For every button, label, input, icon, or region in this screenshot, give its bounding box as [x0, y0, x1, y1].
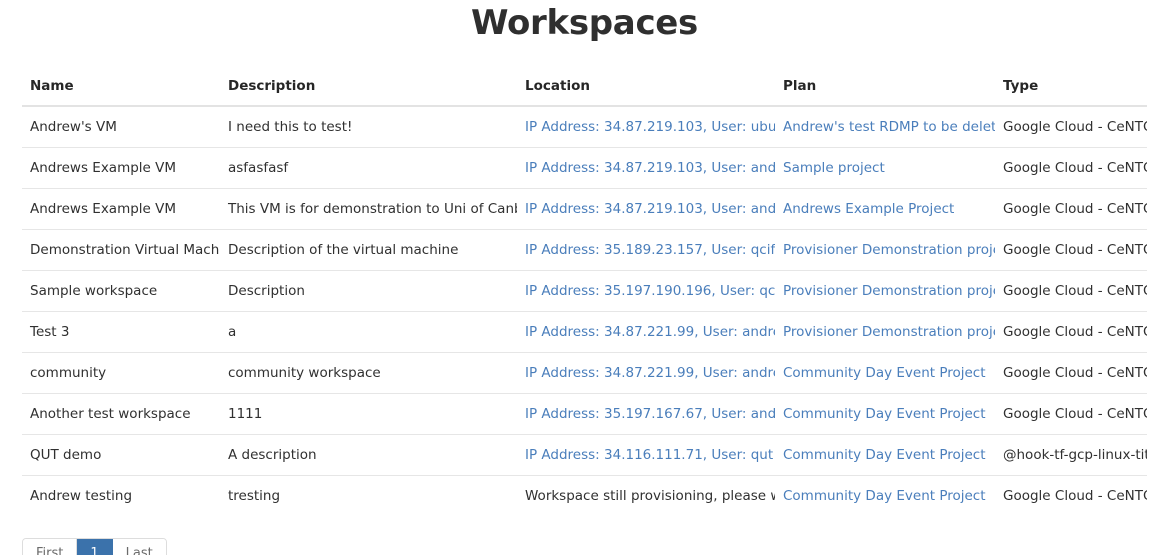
location-link[interactable]: IP Address: 35.197.190.196, User: qcif2: [525, 283, 775, 299]
plan-link[interactable]: Sample project: [783, 160, 885, 176]
column-header-name: Name: [22, 78, 220, 107]
pagination-first-button[interactable]: First: [23, 539, 78, 555]
cell-type: @hook-tf-gcp-linux-title: [995, 434, 1147, 476]
cell-plan: Community Day Event Project: [775, 393, 995, 435]
table-row: Andrew's VM I need this to test! IP Addres…: [22, 106, 1147, 148]
location-link[interactable]: IP Address: 34.87.221.99, User: andrew: [525, 365, 775, 381]
table-header: Name Description Location Plan Type: [22, 78, 1147, 107]
cell-description: asfasfasf: [220, 147, 517, 189]
table-row: Andrew testing tresting Workspace still pr…: [22, 475, 1147, 516]
cell-name: Andrew testing: [22, 475, 220, 516]
cell-location: IP Address: 34.87.221.99, User: andrew: [517, 311, 775, 353]
table-row: Test 3 a IP Address: 34.87.221.99, User: a…: [22, 311, 1147, 353]
column-header-type: Type: [995, 78, 1147, 107]
cell-type: Google Cloud - CeNTOS 7: [1003, 119, 1147, 135]
cell-description: Description: [220, 270, 517, 312]
cell-plan: Community Day Event Project: [775, 434, 995, 476]
pagination-page-1-button[interactable]: 1: [77, 539, 113, 555]
cell-plan: Andrews Example Project: [775, 188, 995, 230]
cell-name: Andrews Example VM: [22, 188, 220, 230]
cell-location: IP Address: 35.197.190.196, User: qcif2: [517, 270, 775, 312]
workspaces-page: Workspaces Name Description Location Pla…: [0, 0, 1169, 555]
cell-location: IP Address: 34.87.219.103, User: andrew: [517, 147, 775, 189]
cell-description: tresting: [220, 475, 517, 516]
table-row: QUT demo A description IP Address: 34.116.…: [22, 434, 1147, 476]
cell-description: I need this to test!: [228, 119, 353, 135]
location-link[interactable]: IP Address: 34.116.111.71, User: qut: [525, 447, 773, 463]
cell-location: IP Address: 34.87.221.99, User: andrew: [517, 352, 775, 394]
cell-name: Sample workspace: [22, 270, 220, 312]
cell-name: Test 3: [22, 311, 220, 353]
cell-type: Google Cloud - CeNTOS 7: [995, 393, 1147, 435]
cell-description: This VM is for demonstration to Uni of C…: [220, 188, 517, 230]
table-body: Andrew's VM I need this to test! IP Addres…: [22, 106, 1147, 516]
table-row: Demonstration Virtual Machine Description…: [22, 229, 1147, 271]
cell-type: Google Cloud - CeNTOS 7: [995, 311, 1147, 353]
location-link[interactable]: IP Address: 35.197.167.67, User: andrew: [525, 406, 775, 422]
cell-description: a: [220, 311, 517, 353]
cell-name: QUT demo: [22, 434, 220, 476]
pagination-container: First 1 Last: [22, 538, 1169, 555]
table-row: Another test workspace 1111 IP Address: 35…: [22, 393, 1147, 435]
cell-location: IP Address: 34.87.219.103, User: ubuntu: [517, 106, 775, 148]
plan-link[interactable]: Community Day Event Project: [783, 406, 986, 422]
cell-plan: Provisioner Demonstration project: [775, 311, 995, 353]
location-link[interactable]: IP Address: 34.87.221.99, User: andrew: [525, 324, 775, 340]
cell-description: Description of the virtual machine: [220, 229, 517, 271]
plan-link[interactable]: Andrew's test RDMP to be deleted: [783, 119, 995, 135]
cell-plan: Community Day Event Project: [775, 475, 995, 516]
plan-link[interactable]: Provisioner Demonstration project: [783, 283, 995, 299]
table-row: community community workspace IP Address: …: [22, 352, 1147, 394]
cell-type: Google Cloud - CeNTOS 7: [995, 352, 1147, 394]
cell-name: Andrews Example VM: [22, 147, 220, 189]
cell-description: A description: [220, 434, 517, 476]
cell-location: IP Address: 34.116.111.71, User: qut: [517, 434, 775, 476]
location-link[interactable]: IP Address: 34.87.219.103, User: andrew: [525, 160, 775, 176]
cell-type: Google Cloud - CeNTOS 7: [995, 147, 1147, 189]
workspaces-table: Name Description Location Plan Type Andr…: [22, 78, 1147, 516]
cell-name: Another test workspace: [22, 393, 220, 435]
location-status-text: Workspace still provisioning, please wai…: [525, 488, 775, 504]
pagination[interactable]: First 1 Last: [22, 538, 167, 555]
plan-link[interactable]: Community Day Event Project: [783, 488, 986, 504]
table-row: Sample workspace Description IP Address: 3…: [22, 270, 1147, 312]
cell-type: Google Cloud - CeNTOS 7: [995, 188, 1147, 230]
page-title: Workspaces: [471, 3, 698, 43]
plan-link[interactable]: Community Day Event Project: [783, 447, 986, 463]
table-row: Andrews Example VM asfasfasf IP Address: 3…: [22, 147, 1147, 189]
cell-location: IP Address: 34.87.219.103, User: andrew: [517, 188, 775, 230]
column-header-location: Location: [517, 78, 775, 107]
cell-plan: Provisioner Demonstration project: [775, 270, 995, 312]
cell-location: Workspace still provisioning, please wai…: [517, 475, 775, 516]
cell-location: IP Address: 35.197.167.67, User: andrew: [517, 393, 775, 435]
cell-plan: Sample project: [775, 147, 995, 189]
location-link[interactable]: IP Address: 35.189.23.157, User: qcif: [525, 242, 775, 258]
cell-type: Google Cloud - CeNTOS 7: [995, 270, 1147, 312]
table-row: Andrews Example VM This VM is for demonst…: [22, 188, 1147, 230]
cell-description: community workspace: [220, 352, 517, 394]
cell-plan: Community Day Event Project: [775, 352, 995, 394]
pagination-last-button[interactable]: Last: [112, 539, 166, 555]
plan-link[interactable]: Andrews Example Project: [783, 201, 954, 217]
location-link[interactable]: IP Address: 34.87.219.103, User: andrew: [525, 201, 775, 217]
location-link[interactable]: IP Address: 34.87.219.103, User: ubuntu: [525, 119, 775, 135]
plan-link[interactable]: Provisioner Demonstration project: [783, 324, 995, 340]
workspaces-table-container: Name Description Location Plan Type Andr…: [22, 43, 1147, 516]
plan-link[interactable]: Provisioner Demonstration project: [783, 242, 995, 258]
cell-name: Demonstration Virtual Machine: [22, 229, 220, 271]
cell-description: 1111: [220, 393, 517, 435]
cell-location: IP Address: 35.189.23.157, User: qcif: [517, 229, 775, 271]
cell-name: Andrew's VM: [30, 119, 117, 135]
column-header-description: Description: [220, 78, 517, 107]
cell-type: Google Cloud - CeNTOS 7: [995, 475, 1147, 516]
cell-name: community: [22, 352, 220, 394]
column-header-plan: Plan: [775, 78, 995, 107]
cell-plan: Andrew's test RDMP to be deleted: [775, 106, 995, 148]
cell-type: Google Cloud - CeNTOS 7: [995, 229, 1147, 271]
plan-link[interactable]: Community Day Event Project: [783, 365, 986, 381]
cell-plan: Provisioner Demonstration project: [775, 229, 995, 271]
table-header-row: Name Description Location Plan Type: [22, 78, 1147, 107]
